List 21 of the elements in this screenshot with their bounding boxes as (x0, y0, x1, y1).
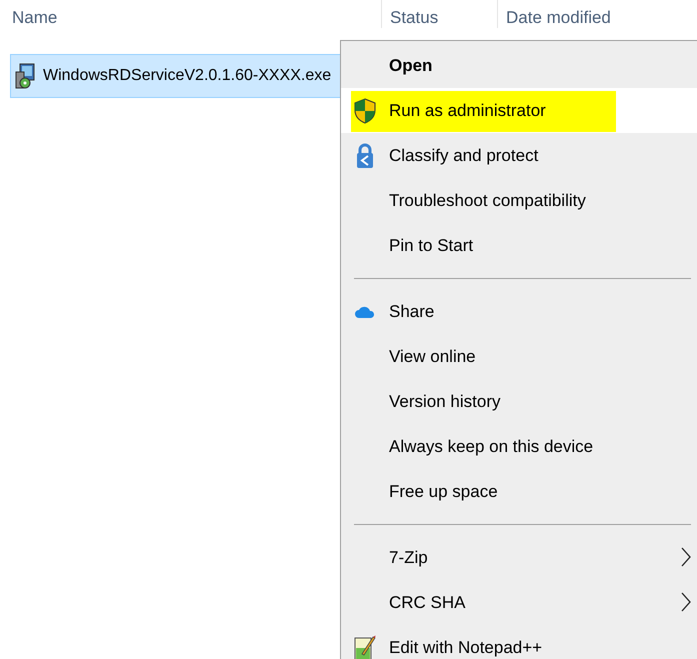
cloud-icon (355, 304, 375, 318)
menu-item[interactable]: Classify and protect (341, 133, 697, 178)
menu-item[interactable]: Always keep on this device (341, 424, 697, 469)
menu-item[interactable]: Free up space (341, 469, 697, 514)
shield-icon (354, 98, 376, 124)
lock-icon (356, 142, 374, 168)
menu-item[interactable]: Pin to Start (341, 223, 697, 268)
menu-item[interactable]: Edit with Notepad++ (341, 625, 697, 659)
menu-item[interactable]: Version history (341, 379, 697, 424)
column-header[interactable]: Date modified (506, 5, 611, 30)
menu-item[interactable]: Share (341, 289, 697, 334)
menu-item[interactable]: Troubleshoot compatibility (341, 178, 697, 223)
column-header[interactable]: Name (12, 5, 58, 30)
menu-item[interactable]: Run as administrator (341, 88, 697, 133)
menu-item[interactable]: CRC SHA (341, 580, 697, 625)
notepad-icon (354, 634, 376, 659)
menu-item[interactable]: View online (341, 334, 697, 379)
installer-icon (15, 62, 37, 90)
menu-item[interactable]: 7-Zip (341, 535, 697, 580)
file-name: WindowsRDServiceV2.0.1.60-XXXX.exe (43, 66, 332, 86)
column-header[interactable]: Status (390, 5, 438, 30)
